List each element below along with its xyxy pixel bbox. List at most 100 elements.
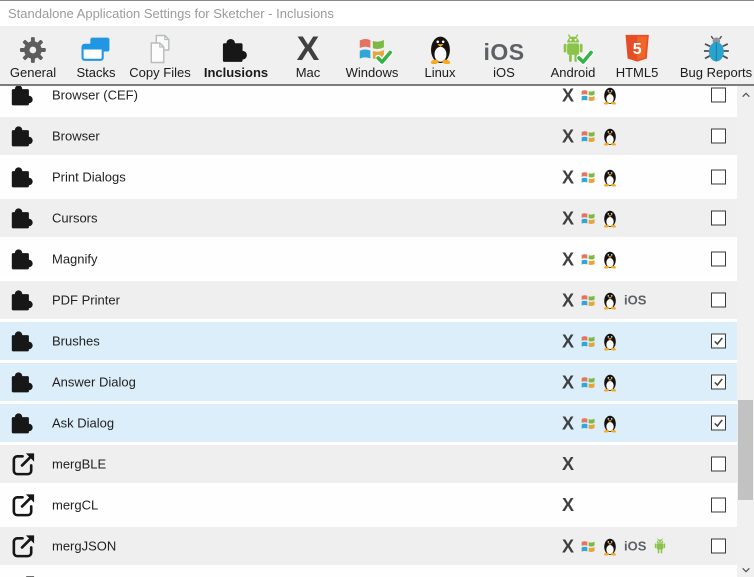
inclusion-label: Cursors xyxy=(52,211,98,226)
platform-icons: X xyxy=(562,496,574,514)
inclusion-label: Ask Dialog xyxy=(52,416,114,431)
toolbar-item-linux[interactable]: Linux xyxy=(424,31,455,79)
windows-icon xyxy=(357,31,387,64)
inclusion-checkbox[interactable] xyxy=(711,498,726,513)
html5-icon xyxy=(624,31,651,64)
puzzle-icon xyxy=(10,86,37,109)
toolbar-label: Linux xyxy=(424,66,455,79)
mac-icon: X xyxy=(562,250,574,268)
toolbar-label: Bug Reports xyxy=(680,66,752,79)
gear-icon xyxy=(19,31,47,64)
list-item[interactable]: mergCL X xyxy=(0,486,737,527)
mac-icon: X xyxy=(562,168,574,186)
platform-icons: X xyxy=(562,127,618,146)
linux-icon xyxy=(602,373,618,392)
linux-icon xyxy=(602,414,618,433)
toolbar-label: Stacks xyxy=(76,66,115,79)
inclusion-label: Browser (CEF) xyxy=(52,88,138,103)
toolbar-item-mac[interactable]: X Mac xyxy=(296,31,321,79)
platform-icons: X iOS xyxy=(562,291,646,310)
list-item[interactable]: Browser (CEF) X xyxy=(0,86,737,117)
toolbar-item-bug-reports[interactable]: Bug Reports xyxy=(680,31,752,79)
mac-icon: X xyxy=(297,31,320,64)
checkmark-icon xyxy=(713,378,724,387)
list-item-partial[interactable] xyxy=(0,568,737,577)
toolbar-label: General xyxy=(10,66,56,79)
list-item[interactable]: PDF Printer X iOS xyxy=(0,281,737,322)
inclusion-label: Print Dialogs xyxy=(52,170,126,185)
list-item[interactable]: mergBLE X xyxy=(0,445,737,486)
mac-icon: X xyxy=(562,291,574,309)
toolbar-item-copy-files[interactable]: Copy Files xyxy=(129,31,190,79)
inclusion-label: Browser xyxy=(52,129,100,144)
puzzle-icon xyxy=(10,164,37,191)
platform-selected-check-icon xyxy=(577,50,594,65)
list-item[interactable]: Magnify X xyxy=(0,240,737,281)
inclusion-checkbox[interactable] xyxy=(711,170,726,185)
toolbar-item-android[interactable]: Android xyxy=(551,31,596,79)
list-item[interactable]: Brushes X xyxy=(0,322,737,363)
inclusion-checkbox[interactable] xyxy=(711,457,726,472)
checkmark-icon xyxy=(713,337,724,346)
external-link-icon xyxy=(10,492,37,519)
toolbar-item-general[interactable]: General xyxy=(10,31,56,79)
windows-icon xyxy=(580,292,596,308)
toolbar-item-stacks[interactable]: Stacks xyxy=(76,31,115,79)
ios-icon: iOS xyxy=(624,293,646,307)
linux-icon xyxy=(602,86,618,105)
toolbar-label: Copy Files xyxy=(129,66,190,79)
inclusions-list: Browser (CEF) X Browser X Print Dialogs … xyxy=(0,86,737,577)
inclusion-checkbox[interactable] xyxy=(711,252,726,267)
inclusion-checkbox[interactable] xyxy=(711,88,726,103)
platform-icons: X xyxy=(562,455,574,473)
external-link-icon xyxy=(10,533,37,560)
scroll-down-button[interactable] xyxy=(737,561,754,577)
inclusion-checkbox[interactable] xyxy=(711,293,726,308)
inclusion-checkbox[interactable] xyxy=(711,539,726,554)
inclusion-checkbox[interactable] xyxy=(711,211,726,226)
toolbar-item-ios[interactable]: iOS iOS xyxy=(483,31,524,79)
stacks-icon xyxy=(80,31,111,64)
toolbar-item-windows[interactable]: Windows xyxy=(346,31,399,79)
scroll-up-button[interactable] xyxy=(737,86,754,103)
inclusion-label: PDF Printer xyxy=(52,293,120,308)
inclusion-label: Brushes xyxy=(52,334,100,349)
vertical-scrollbar[interactable] xyxy=(737,86,754,577)
inclusion-checkbox[interactable] xyxy=(711,129,726,144)
linux-icon xyxy=(427,31,453,64)
external-link-icon xyxy=(10,574,37,577)
list-item[interactable]: mergJSON X iOS xyxy=(0,527,737,568)
chevron-down-icon xyxy=(741,567,751,573)
title-bar: Standalone Application Settings for Sket… xyxy=(0,1,754,26)
mac-icon: X xyxy=(562,127,574,145)
scrollbar-thumb[interactable] xyxy=(738,400,753,500)
platform-icons: X xyxy=(562,414,618,433)
linux-icon xyxy=(602,168,618,187)
toolbar: General Stacks Copy Files Inclusions X M… xyxy=(0,26,754,86)
inclusion-checkbox-checked[interactable] xyxy=(711,375,726,390)
linux-icon xyxy=(602,291,618,310)
checkmark-icon xyxy=(713,419,724,428)
bug-icon xyxy=(702,31,729,64)
list-item[interactable]: Answer Dialog X xyxy=(0,363,737,404)
list-item[interactable]: Print Dialogs X xyxy=(0,158,737,199)
windows-icon xyxy=(580,128,596,144)
windows-icon xyxy=(580,374,596,390)
toolbar-item-html5[interactable]: HTML5 xyxy=(616,31,659,79)
inclusion-checkbox-checked[interactable] xyxy=(711,416,726,431)
list-item[interactable]: Cursors X xyxy=(0,199,737,240)
puzzle-icon xyxy=(10,328,37,355)
inclusion-checkbox-checked[interactable] xyxy=(711,334,726,349)
android-icon xyxy=(559,31,588,64)
list-item[interactable]: Ask Dialog X xyxy=(0,404,737,445)
android-icon xyxy=(652,538,668,555)
windows-icon xyxy=(580,251,596,267)
list-item[interactable]: Browser X xyxy=(0,117,737,158)
windows-icon xyxy=(580,210,596,226)
linux-icon xyxy=(602,537,618,556)
toolbar-item-inclusions[interactable]: Inclusions xyxy=(204,31,268,79)
toolbar-label: Windows xyxy=(346,66,399,79)
platform-icons: X iOS xyxy=(562,537,668,556)
toolbar-label: iOS xyxy=(493,66,515,79)
mac-icon: X xyxy=(562,455,574,473)
